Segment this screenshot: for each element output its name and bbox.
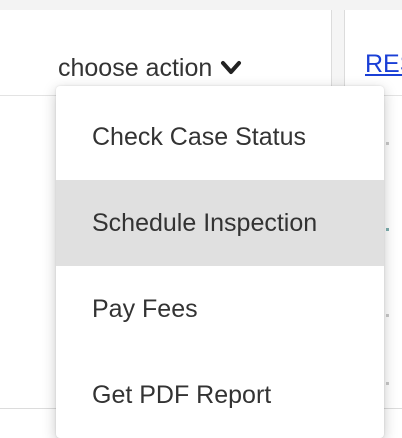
menu-item-pay-fees[interactable]: Pay Fees [56,266,384,352]
top-strip [0,0,402,10]
table-divider [0,408,56,409]
choose-action-label: choose action [58,53,213,82]
reset-link[interactable]: RES [365,50,402,79]
row-marker [386,382,389,385]
action-dropdown-menu: Check Case Status Schedule Inspection Pa… [56,86,384,438]
row-marker [386,142,389,145]
reset-header-cell: RES [344,10,402,96]
menu-item-schedule-inspection[interactable]: Schedule Inspection [56,180,384,266]
menu-item-get-pdf-report[interactable]: Get PDF Report [56,352,384,438]
choose-action-toggle[interactable]: choose action [58,50,242,86]
table-divider [384,408,402,409]
row-marker [386,314,389,317]
action-header-cell: choose action [0,10,332,96]
chevron-down-icon [221,61,242,74]
column-gap [332,10,344,96]
row-marker [386,228,389,231]
menu-item-check-case-status[interactable]: Check Case Status [56,94,384,180]
